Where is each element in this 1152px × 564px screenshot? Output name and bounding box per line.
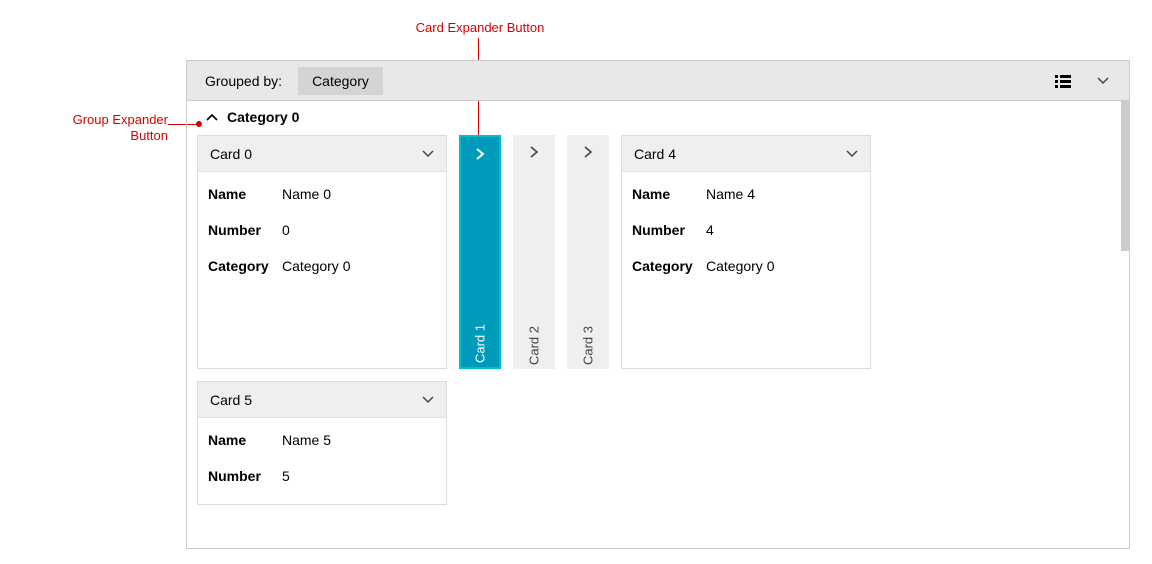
view-dropdown-button[interactable] — [1085, 67, 1121, 95]
collapsed-card-label: Card 3 — [581, 316, 596, 376]
field-label: Number — [208, 468, 272, 484]
field-label: Category — [208, 258, 272, 274]
field-value: Name 0 — [282, 186, 331, 202]
cards-row-1: Card 0 Name Name 0 Number 0 Category Cat… — [187, 135, 1129, 369]
card-header[interactable]: Card 4 — [622, 136, 870, 172]
vertical-scrollbar[interactable] — [1121, 101, 1129, 251]
card-body: Name Name 4 Number 4 Category Category 0 — [622, 172, 870, 366]
field-row: Category Category 0 — [208, 248, 436, 284]
group-title: Category 0 — [227, 109, 299, 125]
field-row: Number 4 — [632, 212, 860, 248]
field-label: Name — [208, 186, 272, 202]
card-title: Card 5 — [210, 392, 252, 408]
field-label: Name — [632, 186, 696, 202]
field-label: Number — [632, 222, 696, 238]
chevron-down-icon — [422, 150, 434, 158]
field-label: Number — [208, 222, 272, 238]
card-header[interactable]: Card 0 — [198, 136, 446, 172]
field-value: 0 — [282, 222, 290, 238]
chevron-right-icon — [529, 145, 539, 159]
field-row: Name Name 5 — [208, 422, 436, 458]
chevron-right-icon — [583, 145, 593, 159]
group-field-chip[interactable]: Category — [298, 67, 383, 95]
field-row: Name Name 4 — [632, 176, 860, 212]
field-value: Category 0 — [282, 258, 350, 274]
card-1-collapsed[interactable]: Card 1 — [459, 135, 501, 369]
view-list-button[interactable] — [1045, 67, 1081, 95]
card-title: Card 0 — [210, 146, 252, 162]
group-header[interactable]: Category 0 — [187, 101, 1129, 133]
card-0[interactable]: Card 0 Name Name 0 Number 0 Category Cat… — [197, 135, 447, 369]
card-body: Name Name 5 Number 5 — [198, 418, 446, 504]
card-5[interactable]: Card 5 Name Name 5 Number 5 — [197, 381, 447, 505]
card-view-panel: Grouped by: Category — [186, 60, 1130, 549]
annotation-card-expander: Card Expander Button — [380, 20, 580, 36]
field-value: Name 5 — [282, 432, 331, 448]
collapsed-card-label: Card 2 — [527, 316, 542, 376]
chevron-down-icon — [1097, 77, 1109, 85]
field-row: Category Category 0 — [632, 248, 860, 284]
field-label: Category — [632, 258, 696, 274]
card-4[interactable]: Card 4 Name Name 4 Number 4 Category Cat… — [621, 135, 871, 369]
list-view-icon — [1055, 74, 1071, 88]
field-row: Number 0 — [208, 212, 436, 248]
chevron-down-icon — [846, 150, 858, 158]
card-2-collapsed[interactable]: Card 2 — [513, 135, 555, 369]
toolbar: Grouped by: Category — [187, 61, 1129, 101]
field-value: 5 — [282, 468, 290, 484]
card-3-collapsed[interactable]: Card 3 — [567, 135, 609, 369]
field-row: Number 5 — [208, 458, 436, 494]
annotation-group-expander: Group Expander Button — [8, 112, 168, 143]
grouped-by-label: Grouped by: — [195, 73, 292, 89]
chevron-up-icon — [205, 112, 219, 122]
card-header[interactable]: Card 5 — [198, 382, 446, 418]
field-row: Name Name 0 — [208, 176, 436, 212]
card-body: Name Name 0 Number 0 Category Category 0 — [198, 172, 446, 366]
card-title: Card 4 — [634, 146, 676, 162]
field-value: 4 — [706, 222, 714, 238]
collapsed-card-label: Card 1 — [473, 314, 488, 374]
chevron-down-icon — [422, 396, 434, 404]
cards-row-2: Card 5 Name Name 5 Number 5 — [187, 381, 1129, 505]
field-label: Name — [208, 432, 272, 448]
field-value: Category 0 — [706, 258, 774, 274]
field-value: Name 4 — [706, 186, 755, 202]
chevron-right-icon — [475, 147, 485, 161]
